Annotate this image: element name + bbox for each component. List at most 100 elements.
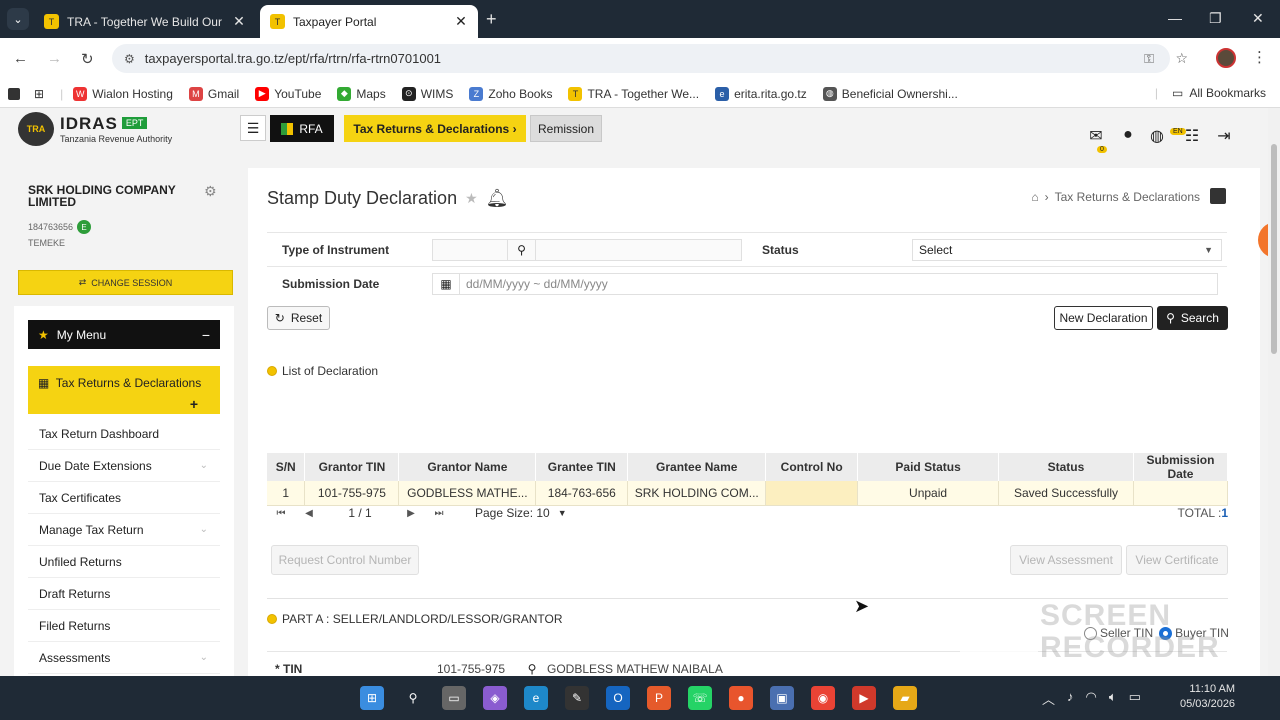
site-info-icon[interactable]: ⚙ bbox=[124, 52, 135, 66]
submission-date-input[interactable]: dd/MM/yyyy ~ dd/MM/yyyy bbox=[460, 272, 1218, 295]
column-header[interactable]: S/N bbox=[267, 453, 306, 481]
sidebar-group-tax-returns[interactable]: ▦ Tax Returns & Declarations + bbox=[28, 366, 220, 414]
bookmark-wialon[interactable]: W Wialon Hosting bbox=[73, 86, 173, 101]
collapse-icon[interactable]: − bbox=[202, 327, 210, 343]
page-size-select[interactable]: Page Size: 10 ▼ bbox=[475, 506, 567, 520]
user-icon[interactable]: ● bbox=[1118, 126, 1138, 164]
gear-icon[interactable]: ⚙ bbox=[204, 183, 217, 200]
column-header[interactable]: Paid Status bbox=[857, 453, 1000, 481]
hamburger-menu-icon[interactable]: ☰ bbox=[240, 115, 266, 141]
first-page-icon[interactable]: ⏮ bbox=[267, 508, 295, 519]
bookmark-zoho[interactable]: Z Zoho Books bbox=[469, 86, 552, 101]
request-control-number-button[interactable]: Request Control Number bbox=[271, 545, 419, 575]
sidebar-toggle-icon[interactable] bbox=[8, 87, 20, 100]
next-page-icon[interactable]: ▶ bbox=[397, 508, 425, 519]
powerpoint-icon[interactable]: P bbox=[647, 686, 671, 710]
sidebar-item[interactable]: Draft Returns bbox=[28, 578, 220, 610]
tab-search-icon[interactable]: ⌄ bbox=[7, 8, 29, 30]
bookmark-beneficial[interactable]: ◍ Beneficial Ownershi... bbox=[822, 86, 958, 101]
bookmark-erita[interactable]: e erita.rita.go.tz bbox=[715, 86, 807, 101]
my-menu-header[interactable]: ★ My Menu − bbox=[28, 320, 220, 349]
password-key-icon[interactable]: ⚿ bbox=[1144, 51, 1154, 67]
tax-returns-nav-button[interactable]: Tax Returns & Declarations › bbox=[344, 115, 526, 142]
bookmark-wims[interactable]: ⊙ WIMS bbox=[401, 86, 453, 101]
remission-nav-button[interactable]: Remission bbox=[530, 115, 602, 142]
scrollbar-thumb[interactable] bbox=[1271, 144, 1277, 354]
outlook-icon[interactable]: O bbox=[606, 686, 630, 710]
chevron-up-icon[interactable]: ︿ bbox=[1042, 689, 1055, 708]
language-icon[interactable]: ◍ EN bbox=[1150, 126, 1186, 164]
breadcrumb-item[interactable]: Tax Returns & Declarations bbox=[1055, 190, 1200, 204]
bookmark-tra[interactable]: T TRA - Together We... bbox=[568, 86, 699, 101]
settings-sliders-icon[interactable]: ☷ bbox=[1182, 126, 1202, 164]
page-scrollbar[interactable] bbox=[1268, 108, 1280, 676]
search-button[interactable]: ⚲ Search bbox=[1157, 306, 1228, 330]
bookmark-maps[interactable]: ◆ Maps bbox=[337, 86, 386, 101]
bookmark-youtube[interactable]: ▶ YouTube bbox=[255, 86, 321, 101]
view-certificate-button[interactable]: View Certificate bbox=[1126, 545, 1228, 575]
column-header[interactable]: Grantor Name bbox=[398, 453, 537, 481]
close-window-icon[interactable]: ✕ bbox=[1252, 10, 1264, 27]
reload-icon[interactable]: ↻ bbox=[81, 50, 94, 68]
browser-tab-taxpayer-portal[interactable]: T Taxpayer Portal ✕ bbox=[260, 5, 478, 38]
restore-icon[interactable]: ❐ bbox=[1209, 10, 1222, 27]
copilot-icon[interactable]: ◈ bbox=[483, 686, 507, 710]
close-tab-icon[interactable]: ✕ bbox=[232, 13, 246, 30]
edge-icon[interactable]: e bbox=[524, 686, 548, 710]
recorder-icon[interactable]: ● bbox=[729, 686, 753, 710]
sidebar-item[interactable]: Tax Certificates bbox=[28, 482, 220, 514]
search-icon[interactable]: ⚲ bbox=[401, 686, 425, 710]
bookmark-gmail[interactable]: M Gmail bbox=[188, 86, 239, 101]
manual-book-icon[interactable] bbox=[1210, 188, 1226, 204]
favorite-star-icon[interactable]: ★ bbox=[465, 190, 478, 207]
all-bookmarks[interactable]: | ▭ All Bookmarks bbox=[1155, 86, 1266, 100]
sidebar-item[interactable]: Unfiled Returns bbox=[28, 546, 220, 578]
omnibox[interactable]: ⚙ taxpayersportal.tra.go.tz/ept/rfa/rtrn… bbox=[112, 44, 1188, 73]
clock[interactable]: 11:10 AM 05/03/2026 bbox=[1180, 682, 1235, 712]
reset-button[interactable]: ↻ Reset bbox=[267, 306, 330, 330]
sidebar-item[interactable]: Filed Returns bbox=[28, 610, 220, 642]
microphone-icon[interactable]: ♪ bbox=[1067, 689, 1074, 708]
back-icon[interactable]: ← bbox=[13, 50, 28, 67]
sidebar-item[interactable]: Due Date Extensions ⌄ bbox=[28, 450, 220, 482]
chrome-icon[interactable]: ◉ bbox=[811, 686, 835, 710]
sidebar-item[interactable]: Manage Tax Return ⌄ bbox=[28, 514, 220, 546]
column-header[interactable]: Status bbox=[998, 453, 1134, 481]
instrument-code-input[interactable] bbox=[432, 238, 508, 261]
column-header[interactable]: Grantee TIN bbox=[535, 453, 629, 481]
column-header[interactable]: Grantor TIN bbox=[304, 453, 400, 481]
grantor-tin-input[interactable]: 101-755-975 bbox=[437, 662, 517, 676]
windows-start-icon[interactable]: ⊞ bbox=[360, 686, 384, 710]
status-select[interactable]: Select ▼ bbox=[912, 238, 1222, 261]
battery-icon[interactable]: ▭ bbox=[1129, 689, 1141, 708]
volume-icon[interactable]: 🔈︎ bbox=[1109, 689, 1117, 708]
close-tab-icon[interactable]: ✕ bbox=[454, 13, 468, 30]
task-view-icon[interactable]: ▭ bbox=[442, 686, 466, 710]
instrument-name-input[interactable] bbox=[536, 238, 742, 261]
search-icon[interactable]: ⚲ bbox=[508, 238, 536, 261]
browser-tab-tra[interactable]: T TRA - Together We Build Our N ✕ bbox=[34, 5, 256, 38]
last-page-icon[interactable]: ⏭ bbox=[425, 508, 453, 519]
view-assessment-button[interactable]: View Assessment bbox=[1010, 545, 1122, 575]
mail-icon[interactable]: ✉0 bbox=[1086, 126, 1107, 164]
minimize-icon[interactable]: — bbox=[1168, 10, 1182, 26]
search-icon[interactable]: ⚲ bbox=[517, 662, 547, 676]
column-header[interactable]: Control No bbox=[765, 453, 859, 481]
apps-grid-icon[interactable]: ⊞ bbox=[34, 87, 44, 101]
expand-icon[interactable]: + bbox=[190, 396, 198, 412]
url-text[interactable]: taxpayersportal.tra.go.tz/ept/rfa/rtrn/r… bbox=[145, 51, 441, 66]
bookmark-star-icon[interactable]: ☆ bbox=[1175, 50, 1188, 67]
remote-desktop-icon[interactable]: ▣ bbox=[770, 686, 794, 710]
rfa-button[interactable]: RFA bbox=[270, 115, 334, 142]
new-declaration-button[interactable]: New Declaration bbox=[1054, 306, 1153, 330]
profile-avatar[interactable] bbox=[1216, 48, 1236, 68]
wifi-icon[interactable]: ◠ bbox=[1086, 689, 1097, 708]
idras-logo[interactable]: TRA IDRAS EPT Tanzania Revenue Authority bbox=[18, 112, 172, 146]
media-app-icon[interactable]: ▶ bbox=[852, 686, 876, 710]
column-header[interactable]: Submission Date bbox=[1133, 453, 1229, 481]
home-icon[interactable]: ⌂ bbox=[1031, 190, 1038, 204]
bell-icon[interactable]: 🔔︎ bbox=[486, 188, 509, 209]
column-header[interactable]: Grantee Name bbox=[627, 453, 767, 481]
logout-icon[interactable]: ⇥ bbox=[1214, 126, 1234, 164]
change-session-button[interactable]: ⇄ CHANGE SESSION bbox=[18, 270, 233, 295]
